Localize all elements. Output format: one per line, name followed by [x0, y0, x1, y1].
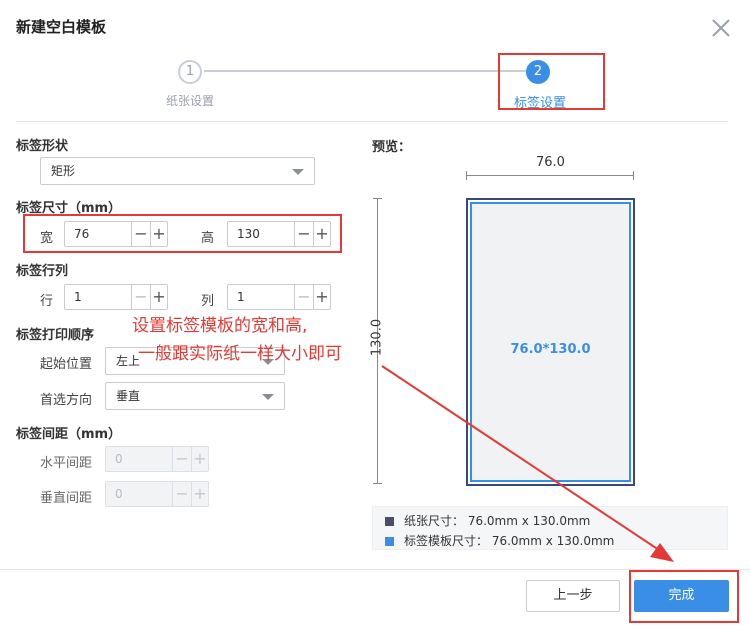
width-value: 76 [74, 227, 90, 241]
header-divider [16, 121, 728, 122]
dialog-title: 新建空白模板 [16, 18, 107, 36]
rows-label: 行 [40, 294, 54, 309]
height-value: 130 [237, 227, 260, 241]
v-spacing-plus-button[interactable]: + [191, 482, 209, 506]
rows-input[interactable]: 1 − + [64, 284, 168, 310]
legend-template-size: 标签模板尺寸： 76.0mm x 130.0mm [385, 532, 614, 549]
annotation-line-1: 设置标签模板的宽和高, [132, 316, 308, 336]
rows-plus-button[interactable]: + [150, 285, 168, 309]
chevron-down-icon [292, 169, 304, 175]
v-spacing-input[interactable]: 0 − + [105, 481, 209, 507]
stepper-line [204, 70, 526, 72]
cols-minus-button[interactable]: − [295, 285, 313, 309]
height-minus-button[interactable]: − [295, 222, 313, 246]
rows-minus-button[interactable]: − [132, 285, 150, 309]
height-plus-button[interactable]: + [313, 222, 331, 246]
h-spacing-label: 水平间距 [40, 456, 93, 471]
h-spacing-input[interactable]: 0 − + [105, 446, 209, 472]
template-swatch [385, 537, 394, 546]
shape-select[interactable]: 矩形 [40, 157, 315, 185]
preview-legend: 纸张尺寸： 76.0mm x 130.0mm 标签模板尺寸： 76.0mm x … [372, 506, 728, 550]
v-spacing-minus-button[interactable]: − [173, 482, 191, 506]
direction-label: 首选方向 [40, 393, 93, 408]
start-position-label: 起始位置 [40, 357, 93, 372]
cols-label: 列 [201, 294, 215, 309]
preview-label-template: 76.0*130.0 [470, 202, 631, 482]
cols-input[interactable]: 1 − + [227, 284, 331, 310]
previous-step-button[interactable]: 上一步 [526, 580, 620, 612]
done-highlight [629, 570, 739, 623]
spacing-heading: 标签间距（mm） [16, 427, 122, 442]
preview-height-dimension: 130.0 [369, 318, 385, 357]
annotation-line-2: 一般跟实际纸一样大小即可 [138, 344, 342, 364]
chevron-down-icon [262, 394, 274, 400]
h-spacing-plus-button[interactable]: + [191, 447, 209, 471]
direction-value: 垂直 [116, 389, 141, 403]
paper-swatch [385, 517, 394, 526]
height-label: 高 [201, 231, 215, 246]
step-1-circle[interactable]: 1 [178, 60, 202, 84]
width-input[interactable]: 76 − + [64, 221, 168, 247]
preview-heading: 预览： [372, 140, 412, 155]
cols-plus-button[interactable]: + [313, 285, 331, 309]
step-2-highlight [498, 53, 605, 110]
width-plus-button[interactable]: + [150, 222, 168, 246]
start-position-value: 左上 [116, 354, 141, 368]
width-minus-button[interactable]: − [132, 222, 150, 246]
shape-heading: 标签形状 [16, 139, 69, 154]
grid-heading: 标签行列 [16, 264, 69, 279]
preview-paper: 76.0*130.0 [466, 198, 635, 486]
preview-template-size: 76.0*130.0 [510, 342, 591, 357]
step-1-label[interactable]: 纸张设置 [166, 92, 214, 109]
width-label: 宽 [40, 231, 54, 246]
rows-value: 1 [74, 290, 82, 304]
width-dimension-line [466, 171, 634, 180]
v-spacing-value: 0 [115, 487, 123, 501]
cols-value: 1 [237, 290, 245, 304]
v-spacing-label: 垂直间距 [40, 491, 93, 506]
legend-paper-size: 纸张尺寸： 76.0mm x 130.0mm [385, 512, 590, 529]
h-spacing-value: 0 [115, 452, 123, 466]
shape-select-value: 矩形 [51, 164, 76, 178]
close-icon[interactable] [709, 16, 733, 40]
h-spacing-minus-button[interactable]: − [173, 447, 191, 471]
direction-select[interactable]: 垂直 [105, 382, 285, 410]
height-input[interactable]: 130 − + [227, 221, 331, 247]
preview-width-dimension: 76.0 [536, 155, 565, 170]
print-order-heading: 标签打印顺序 [16, 328, 95, 343]
